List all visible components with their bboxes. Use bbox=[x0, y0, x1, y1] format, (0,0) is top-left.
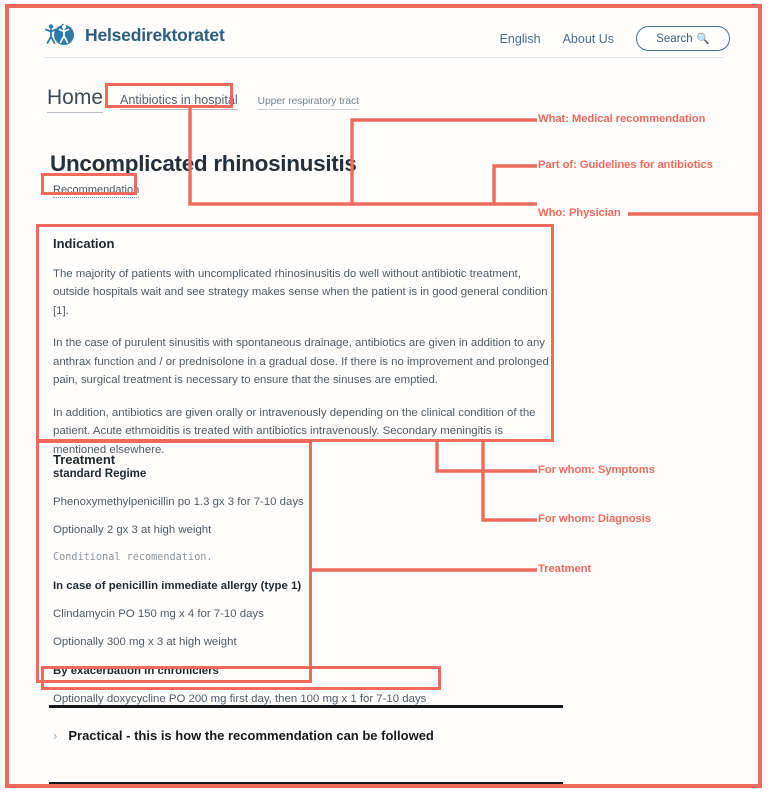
treatment-line: Clindamycin PO 150 mg x 4 for 7-10 days bbox=[53, 608, 264, 620]
site-logo-text: Helsedirektoratet bbox=[85, 24, 225, 45]
site-header: Helsedirektoratet English About Us Searc… bbox=[9, 8, 758, 58]
nav-link-about-us[interactable]: About Us bbox=[563, 32, 614, 46]
breadcrumb-item-upper-respiratory-tract[interactable]: Upper respiratory tract bbox=[257, 96, 359, 110]
breadcrumb: Home Antibiotics in hospital Upper respi… bbox=[47, 86, 359, 113]
header-divider bbox=[44, 57, 724, 58]
site-logo[interactable]: Helsedirektoratet bbox=[44, 21, 225, 49]
treatment-line: Optionally 300 mg x 3 at high weight bbox=[53, 636, 237, 648]
nav-link-english[interactable]: English bbox=[500, 32, 541, 46]
search-button[interactable]: Search 🔍 bbox=[636, 26, 730, 51]
page-title: Uncomplicated rhinosinusitis bbox=[50, 151, 357, 176]
treatment-subheading: standard Regime bbox=[53, 468, 147, 480]
allergy-heading: In case of penicillin immediate allergy … bbox=[53, 580, 302, 592]
breadcrumb-item-antibiotics-in-hospital[interactable]: Antibiotics in hospital bbox=[120, 93, 238, 110]
indication-section: Indication The majority of patients with… bbox=[53, 236, 551, 459]
indication-paragraph: In addition, antibiotics are given orall… bbox=[53, 406, 536, 456]
indication-paragraph: The majority of patients with uncomplica… bbox=[53, 268, 548, 317]
treatment-line: Phenoxymethylpenicillin po 1.3 gx 3 for … bbox=[53, 496, 304, 508]
accordion-divider-bottom bbox=[49, 782, 563, 785]
treatment-section: Treatment standard Regime Phenoxymethylp… bbox=[53, 452, 453, 705]
helsedirektoratet-logo-icon bbox=[45, 23, 74, 45]
accordion-divider-top bbox=[49, 705, 563, 708]
search-button-label: Search bbox=[656, 32, 693, 45]
screenshot-root: Helsedirektoratet English About Us Searc… bbox=[0, 0, 768, 794]
treatment-line: Optionally 2 gx 3 at high weight bbox=[53, 524, 212, 536]
document-page: Helsedirektoratet English About Us Searc… bbox=[9, 8, 758, 785]
treatment-heading: Treatment bbox=[53, 452, 116, 467]
chronic-heading: By exacerbation in chroniclers bbox=[53, 665, 219, 677]
breadcrumb-item-home[interactable]: Home bbox=[47, 86, 104, 113]
search-icon: 🔍 bbox=[696, 33, 710, 45]
treatment-line: Optionally doxycycline PO 200 mg first d… bbox=[53, 693, 427, 705]
indication-heading: Indication bbox=[53, 236, 115, 251]
accordion-label: Practical - this is how the recommendati… bbox=[68, 728, 434, 743]
header-nav: English About Us Search 🔍 bbox=[500, 26, 730, 51]
chevron-right-icon: › bbox=[53, 728, 58, 743]
recommendation-tag[interactable]: Recommendation bbox=[53, 184, 140, 198]
conditional-recommendation-note: Conditional recomendation. bbox=[53, 552, 213, 563]
indication-paragraph: In the case of purulent sinusitis with s… bbox=[53, 337, 549, 387]
accordion-practical[interactable]: › Practical - this is how the recommenda… bbox=[53, 728, 434, 743]
